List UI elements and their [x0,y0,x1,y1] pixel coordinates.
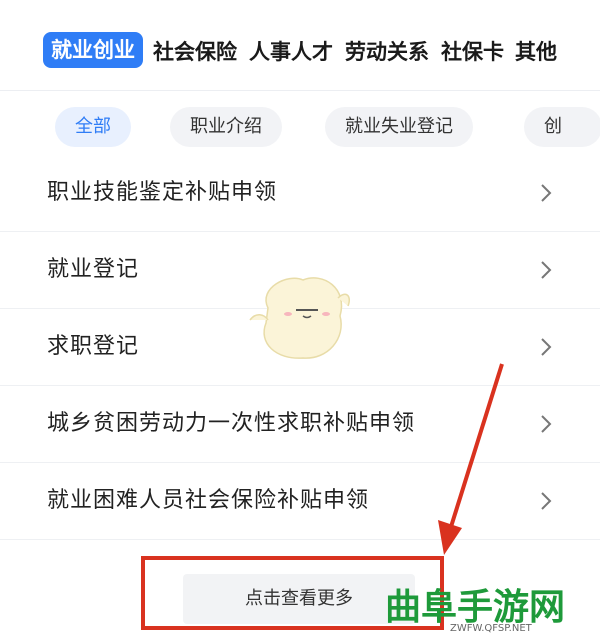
list-item-label: 求职登记 [47,334,140,359]
tab-social-security-card[interactable]: 社保卡 [441,36,504,66]
list-item-label: 城乡贫困劳动力一次性求职补贴申领 [47,411,416,436]
list-item[interactable]: 职业技能鉴定补贴申领 [0,155,600,232]
tab-social-insurance[interactable]: 社会保险 [153,36,237,66]
list-item-label: 就业困难人员社会保险补贴申领 [47,488,370,513]
tab-employment[interactable]: 就业创业 [43,32,143,68]
list-item-label: 就业登记 [47,257,140,282]
tab-other[interactable]: 其他 [515,36,557,66]
chevron-right-icon [541,261,552,279]
tab-personnel[interactable]: 人事人才 [249,36,333,66]
watermark-site: ZWFW.QFSP.NET [450,623,532,634]
chip-all[interactable]: 全部 [55,107,131,147]
service-panel: 就业创业 社会保险 人事人才 劳动关系 社保卡 其他 全部 职业介绍 就业失业登… [0,0,600,638]
mascot-illustration [249,277,350,359]
tab-labor-relations[interactable]: 劳动关系 [345,36,429,66]
chevron-right-icon [541,415,552,433]
chip-employment-registration[interactable]: 就业失业登记 [325,107,473,147]
chip-job-intro[interactable]: 职业介绍 [170,107,282,147]
category-tabs: 就业创业 社会保险 人事人才 劳动关系 社保卡 其他 [0,28,600,74]
chevron-right-icon [541,338,552,356]
chip-truncated[interactable]: 创 [524,107,600,147]
chevron-right-icon [541,492,552,510]
chevron-right-icon [541,184,552,202]
divider [0,90,600,91]
annotation-arrow [438,363,504,555]
list-item-label: 职业技能鉴定补贴申领 [47,180,278,205]
